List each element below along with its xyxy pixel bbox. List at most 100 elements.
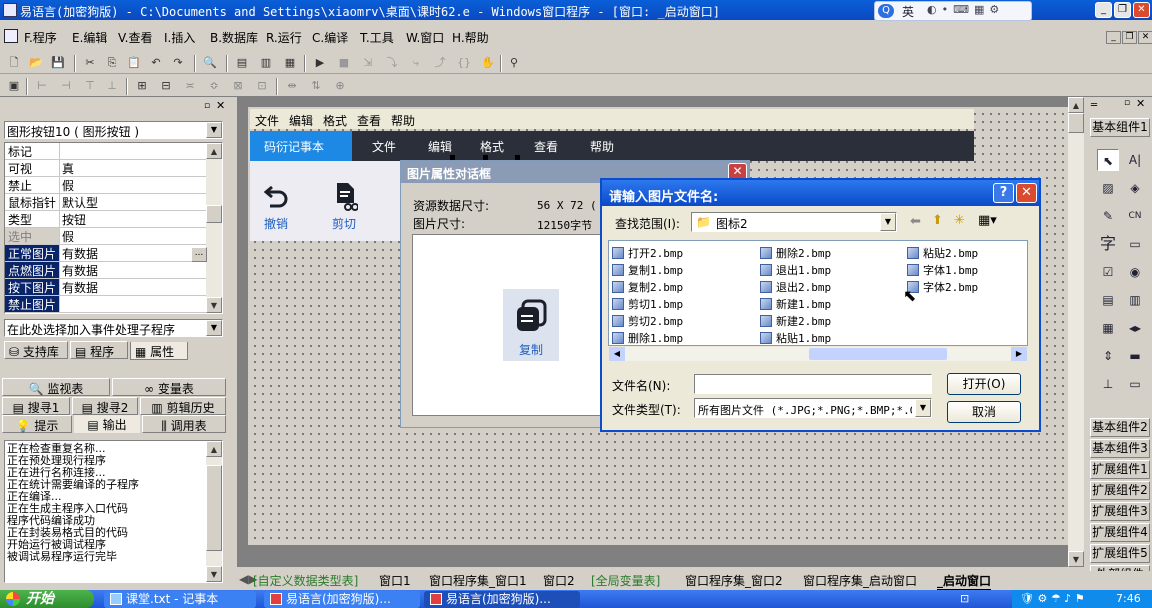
- hscroll-tool-icon[interactable]: ◂▸: [1124, 317, 1146, 339]
- ribbon-file[interactable]: 文件: [372, 138, 396, 155]
- filename-input[interactable]: [694, 374, 932, 394]
- open-folder-icon[interactable]: 📂: [28, 55, 44, 71]
- ime-mode[interactable]: 英: [902, 3, 914, 20]
- align-left-icon[interactable]: ⊢: [34, 78, 50, 94]
- ribbon-help[interactable]: 帮助: [590, 138, 614, 155]
- tab-window2[interactable]: 窗口2: [543, 572, 575, 589]
- property-value[interactable]: 真: [62, 160, 74, 176]
- form-menu-edit[interactable]: 编辑: [289, 112, 313, 129]
- property-scrollbar[interactable]: ▲ ▼: [206, 143, 222, 313]
- ellipsis-button[interactable]: ...: [191, 247, 207, 262]
- property-value[interactable]: 有数据: [62, 262, 98, 278]
- progress-tool-icon[interactable]: ▬: [1124, 345, 1146, 367]
- stop-icon[interactable]: ■: [336, 55, 352, 71]
- tab-program[interactable]: ▤ 程序: [70, 341, 128, 359]
- lock-icon[interactable]: ⊕: [332, 78, 348, 94]
- component-group[interactable]: 基本组件2: [1090, 418, 1150, 437]
- panel-close-icon[interactable]: ✕: [216, 99, 225, 112]
- tab-call-stack[interactable]: ⫼ 调用表: [142, 415, 226, 433]
- component-group[interactable]: 扩展组件1: [1090, 460, 1150, 479]
- tray-icons[interactable]: 🛡 ⚙ ☂ ♪ ⚑: [1020, 590, 1085, 608]
- layout2-icon[interactable]: ▥: [258, 55, 274, 71]
- file-item[interactable]: 退出2.bmp: [760, 279, 831, 294]
- property-value[interactable]: 有数据: [62, 279, 98, 295]
- open-button[interactable]: 打开(O): [947, 373, 1021, 395]
- panel-tool-icon[interactable]: ▥: [1124, 289, 1146, 311]
- tab-window2-program[interactable]: 窗口程序集_窗口2: [685, 572, 783, 589]
- step-into-icon[interactable]: ⤷: [408, 55, 424, 71]
- property-row[interactable]: 鼠标指针 默认型: [5, 194, 208, 211]
- form-menu-help[interactable]: 帮助: [391, 112, 415, 129]
- menu-program[interactable]: F.程序: [24, 29, 57, 46]
- label-tool-icon[interactable]: A|: [1124, 149, 1146, 171]
- chevron-down-icon[interactable]: ▼: [206, 122, 222, 138]
- align-grid-icon[interactable]: ▣: [6, 78, 22, 94]
- component-group[interactable]: 基本组件3: [1090, 439, 1150, 458]
- chevron-down-icon[interactable]: ▼: [915, 399, 931, 417]
- form-menu-file[interactable]: 文件: [255, 112, 279, 129]
- file-item[interactable]: 剪切2.bmp: [612, 313, 683, 328]
- menu-compile[interactable]: C.编译: [312, 29, 348, 46]
- tab-variables[interactable]: ∞ 变量表: [112, 378, 226, 396]
- tab-window1[interactable]: 窗口1: [379, 572, 411, 589]
- align-top-icon[interactable]: ⊤: [82, 78, 98, 94]
- layout3-icon[interactable]: ▦: [282, 55, 298, 71]
- tab-support-library[interactable]: ⛁ 支持库: [4, 341, 68, 359]
- tray-misc-icon[interactable]: ⊡: [960, 592, 969, 605]
- property-row[interactable]: 类型 按钮: [5, 211, 208, 228]
- menu-view[interactable]: V.查看: [118, 29, 152, 46]
- component-selector[interactable]: 图形按钮10 ( 图形按钮 ) ▼: [4, 121, 223, 139]
- property-row[interactable]: 选中假: [5, 228, 208, 245]
- menu-help[interactable]: H.帮助: [452, 29, 489, 46]
- property-row[interactable]: 标记: [5, 143, 208, 160]
- tab-search2[interactable]: ▤ 搜寻2: [72, 397, 138, 415]
- task-eyuyan-1[interactable]: 易语言(加密狗版)...: [264, 591, 420, 608]
- property-value[interactable]: 按钮: [62, 211, 86, 227]
- redo-icon[interactable]: ↷: [170, 55, 186, 71]
- new-folder-icon[interactable]: ✳: [954, 213, 965, 228]
- layout-icon[interactable]: ▤: [234, 55, 250, 71]
- order-icon[interactable]: ⇅: [308, 78, 324, 94]
- form-menu-view[interactable]: 查看: [357, 112, 381, 129]
- tab-global-vars[interactable]: [全局变量表]: [591, 572, 660, 589]
- file-item[interactable]: 新建1.bmp: [760, 296, 831, 311]
- paste-icon[interactable]: 📋: [126, 55, 142, 71]
- tab-hint[interactable]: 💡 提示: [2, 415, 72, 433]
- scroll-down-icon[interactable]: ▼: [1068, 551, 1084, 567]
- menu-tools[interactable]: T.工具: [360, 29, 394, 46]
- property-value[interactable]: 假: [62, 228, 74, 244]
- checkbox-tool-icon[interactable]: ☑: [1097, 261, 1119, 283]
- up-folder-icon[interactable]: ⬆: [932, 213, 943, 228]
- scroll-thumb[interactable]: [206, 465, 222, 551]
- same-width-icon[interactable]: ≍: [182, 78, 198, 94]
- ribbon-edit[interactable]: 编辑: [428, 138, 452, 155]
- property-value[interactable]: 有数据: [62, 245, 98, 261]
- tab-clip-history[interactable]: ▥ 剪辑历史: [140, 397, 226, 415]
- file-item[interactable]: 粘贴1.bmp: [760, 330, 831, 345]
- scroll-thumb[interactable]: [809, 348, 947, 360]
- cancel-button[interactable]: 取消: [947, 401, 1021, 423]
- run-icon[interactable]: ▶: [312, 55, 328, 71]
- picture-tool-icon[interactable]: ▨: [1097, 177, 1119, 199]
- center-v-icon[interactable]: ⊟: [158, 78, 174, 94]
- shape-tool-icon[interactable]: ◈: [1124, 177, 1146, 199]
- file-item[interactable]: 新建2.bmp: [760, 313, 831, 328]
- align-bottom-icon[interactable]: ⊥: [104, 78, 120, 94]
- restore-button[interactable]: ❐: [1114, 2, 1131, 18]
- undo-tool-button[interactable]: 撤销: [256, 181, 296, 231]
- scroll-up-icon[interactable]: ▲: [1068, 97, 1084, 113]
- property-row[interactable]: 正常图片 有数据: [5, 245, 208, 262]
- align-center-icon[interactable]: ⊣: [58, 78, 74, 94]
- file-item[interactable]: 字体2.bmp: [907, 279, 978, 294]
- tab-custom-types[interactable]: [自定义数据类型表]: [253, 572, 358, 589]
- view-menu-icon[interactable]: ▦▾: [978, 213, 997, 228]
- same-height-icon[interactable]: ≎: [206, 78, 222, 94]
- event-selector[interactable]: 在此处选择加入事件处理子程序 ▼: [4, 319, 223, 337]
- mdi-minimize-button[interactable]: _: [1106, 31, 1121, 44]
- ribbon-view[interactable]: 查看: [534, 138, 558, 155]
- file-item[interactable]: 复制2.bmp: [612, 279, 683, 294]
- ime-tools-icon[interactable]: ◐•⌨▦⚙: [927, 3, 1004, 16]
- find-icon[interactable]: 🔍: [202, 55, 218, 71]
- file-dialog-close-button[interactable]: ✕: [1016, 183, 1037, 203]
- hand-icon[interactable]: ✋: [480, 55, 496, 71]
